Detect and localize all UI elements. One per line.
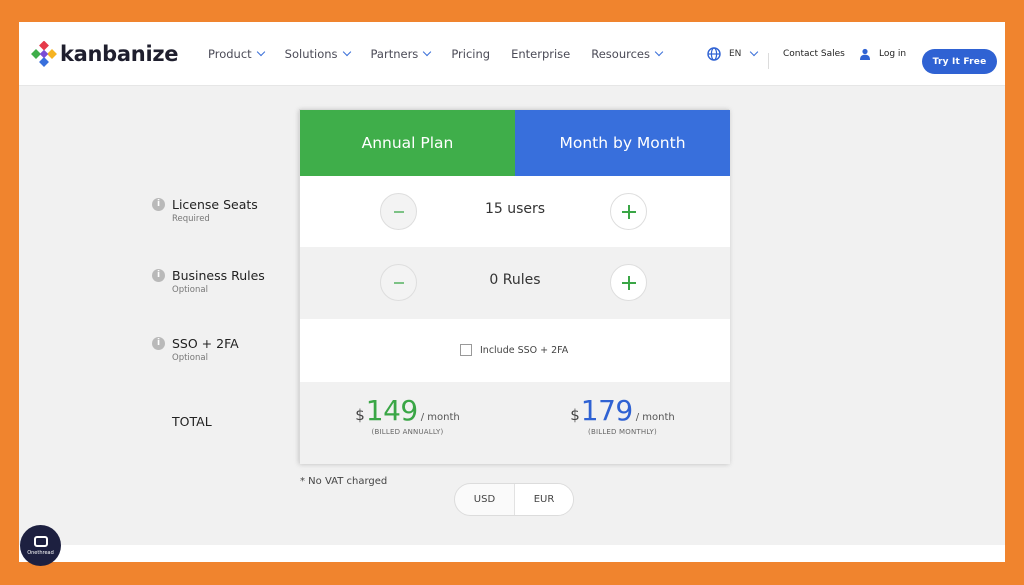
menu-resources[interactable]: Resources xyxy=(591,47,664,61)
tab-month-by-month[interactable]: Month by Month xyxy=(515,110,730,176)
menu-partners-label: Partners xyxy=(370,47,419,61)
currency-toggle: USD EUR xyxy=(454,483,574,516)
chevron-down-icon xyxy=(256,47,265,57)
annual-amount: 149 xyxy=(365,394,418,427)
menu-resources-label: Resources xyxy=(591,47,650,61)
business-rules-subtitle: Optional xyxy=(172,285,208,295)
sso-checkbox-control[interactable]: Include SSO + 2FA xyxy=(460,344,568,356)
kanbanize-logo[interactable]: kanbanize xyxy=(31,38,179,70)
info-icon[interactable]: i xyxy=(152,198,165,211)
chevron-down-icon xyxy=(654,47,664,57)
page-bottom-band xyxy=(19,545,1005,562)
business-rules-title: Business Rules xyxy=(172,268,265,283)
license-seats-subtitle: Required xyxy=(172,214,210,224)
login-label: Log in xyxy=(879,49,907,59)
minus-icon xyxy=(393,281,404,284)
top-navigation: kanbanize Product Solutions Partners Pri… xyxy=(19,22,1005,86)
globe-icon xyxy=(707,47,721,61)
seats-value: 15 users xyxy=(484,201,546,217)
onethread-badge: Onethread xyxy=(20,525,61,566)
chevron-down-icon xyxy=(423,47,432,57)
menu-pricing-label: Pricing xyxy=(451,47,491,61)
sso-row: Include SSO + 2FA xyxy=(300,319,730,382)
monthly-per-month: / month xyxy=(635,412,675,423)
menu-partners[interactable]: Partners xyxy=(370,47,432,61)
onethread-logo-icon xyxy=(33,535,48,547)
info-icon[interactable]: i xyxy=(152,337,165,350)
menu-pricing[interactable]: Pricing xyxy=(451,47,490,61)
currency-eur-option[interactable]: EUR xyxy=(513,484,573,515)
monthly-price: $ 179 / month (BILLED MONTHLY) xyxy=(515,394,730,436)
language-selector[interactable]: EN xyxy=(707,22,759,86)
main-menu: Product Solutions Partners Pricing Enter… xyxy=(208,22,683,86)
annual-per-month: / month xyxy=(420,412,460,423)
browser-page: kanbanize Product Solutions Partners Pri… xyxy=(19,22,1005,562)
currency-usd-option[interactable]: USD xyxy=(455,484,514,515)
kanbanize-logo-icon xyxy=(31,41,57,67)
monthly-amount: 179 xyxy=(580,394,633,427)
contact-sales-link[interactable]: Contact Sales xyxy=(783,22,845,86)
sso-checkbox[interactable] xyxy=(460,344,472,356)
license-seats-title: License Seats xyxy=(172,197,258,212)
info-icon[interactable]: i xyxy=(152,269,165,282)
try-it-free-button[interactable]: Try It Free xyxy=(922,49,997,74)
language-label: EN xyxy=(729,49,742,59)
sso-checkbox-label: Include SSO + 2FA xyxy=(480,344,569,356)
monthly-currency-symbol: $ xyxy=(570,406,580,424)
rules-value: 0 Rules xyxy=(489,272,541,288)
user-icon xyxy=(860,48,870,60)
tab-annual-plan[interactable]: Annual Plan xyxy=(300,110,515,176)
menu-product[interactable]: Product xyxy=(208,47,265,61)
menu-product-label: Product xyxy=(208,47,252,61)
plus-icon xyxy=(621,204,636,219)
pricing-calculator-card: Annual Plan Month by Month 15 users 0 Ru… xyxy=(299,109,730,464)
rules-decrement-button[interactable] xyxy=(380,264,417,301)
menu-enterprise[interactable]: Enterprise xyxy=(511,47,570,61)
total-label: TOTAL xyxy=(172,414,212,429)
business-rules-row: 0 Rules xyxy=(300,247,730,319)
nav-divider xyxy=(768,53,769,69)
logo-text: kanbanize xyxy=(60,42,179,66)
vat-note: * No VAT charged xyxy=(300,476,388,487)
annual-price: $ 149 / month (BILLED ANNUALLY) xyxy=(300,394,515,436)
license-seats-row: 15 users xyxy=(300,176,730,247)
annual-currency-symbol: $ xyxy=(355,406,365,424)
sso-subtitle: Optional xyxy=(172,353,208,363)
menu-solutions[interactable]: Solutions xyxy=(284,47,351,61)
menu-enterprise-label: Enterprise xyxy=(511,47,571,61)
monthly-billing-note: (BILLED MONTHLY) xyxy=(588,428,657,436)
plus-icon xyxy=(621,275,636,290)
sso-title: SSO + 2FA xyxy=(172,336,239,351)
annual-billing-note: (BILLED ANNUALLY) xyxy=(371,428,444,436)
menu-solutions-label: Solutions xyxy=(284,47,338,61)
login-link[interactable]: Log in xyxy=(859,22,906,86)
chevron-down-icon xyxy=(342,47,351,57)
minus-icon xyxy=(393,210,404,213)
contact-sales-label: Contact Sales xyxy=(783,49,845,59)
total-row: $ 149 / month (BILLED ANNUALLY) $ 179 / … xyxy=(300,382,730,464)
badge-text: Onethread xyxy=(27,549,54,556)
chevron-down-icon xyxy=(750,47,759,57)
seats-increment-button[interactable] xyxy=(610,193,647,230)
rules-increment-button[interactable] xyxy=(610,264,647,301)
seats-decrement-button[interactable] xyxy=(380,193,417,230)
